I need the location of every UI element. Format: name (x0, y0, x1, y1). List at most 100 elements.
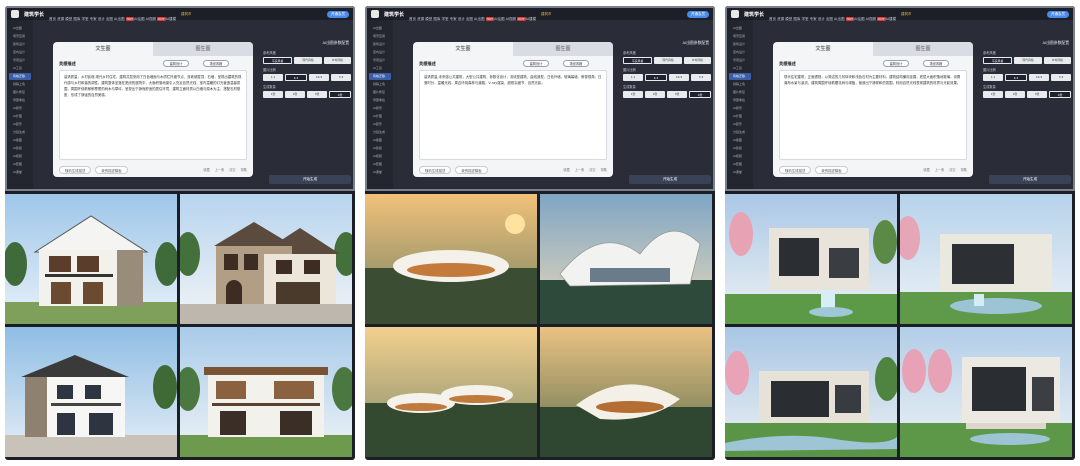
sidebar-item[interactable]: AI扩图 (729, 113, 751, 120)
sidebar-item[interactable]: AI工具 (9, 65, 31, 72)
parameter-option[interactable]: 1:1 (983, 74, 1003, 81)
prompt-control[interactable]: 帮助 (601, 167, 607, 172)
sidebar-item[interactable]: 线稿上色 (729, 81, 751, 88)
stone-house-pond[interactable] (900, 194, 1072, 324)
sidebar-item[interactable]: 建筑设计 (9, 41, 31, 48)
scene-style-chip[interactable]: 场景风格 (923, 60, 949, 67)
nav-link[interactable]: 学堂 (802, 17, 810, 21)
prompt-control[interactable]: 清空 (949, 167, 955, 172)
prompt-control[interactable]: 上一条 (935, 167, 945, 172)
sidebar-item[interactable]: 室内设计 (729, 49, 751, 56)
nav-link[interactable]: 学堂 (82, 17, 90, 21)
nav-link[interactable]: 学堂 (442, 17, 450, 21)
nav-link[interactable]: AI绘图 (494, 17, 506, 21)
sidebar-item[interactable]: 局部重绘 (9, 97, 31, 104)
sidebar-item[interactable]: 分镜生成 (9, 129, 31, 136)
sidebar-item[interactable]: AI配景 (369, 121, 391, 128)
nav-link[interactable]: 设计 (818, 17, 826, 21)
parameter-option[interactable]: 4张 (689, 91, 711, 98)
parameter-option[interactable]: 4张 (329, 91, 351, 98)
sidebar-item[interactable]: 风格迁移 (369, 73, 391, 80)
sidebar-item[interactable]: 线稿上色 (369, 81, 391, 88)
sidebar-item[interactable]: 风格迁移 (9, 73, 31, 80)
nav-link[interactable]: AI绘图 (854, 17, 866, 21)
parameter-option[interactable]: 16:9 (309, 74, 329, 81)
parameter-option[interactable]: 1张 (983, 91, 1003, 98)
parameter-option[interactable]: 2张 (1005, 91, 1025, 98)
prompt-textarea[interactable]: 高清质量,未来感公共建筑，大型公共建筑，参数化设计，流线型建筑，曲线造型，白色外… (419, 70, 607, 160)
parametric-disc-sunset[interactable] (365, 194, 537, 324)
sidebar-item[interactable]: AI建模 (369, 145, 391, 152)
random-prompt-button[interactable]: 随机生成描述 (419, 165, 452, 174)
parameter-option[interactable]: 写实风格 (623, 57, 653, 64)
sidebar-item[interactable]: 局部重绘 (729, 97, 751, 104)
generate-button[interactable]: 开始生成 (629, 175, 711, 184)
sidebar-item[interactable]: 局部重绘 (369, 97, 391, 104)
nav-link[interactable]: AI视频 (866, 17, 878, 21)
sidebar-item[interactable]: AI配景 (729, 121, 751, 128)
prompt-control[interactable]: 帮助 (961, 167, 967, 172)
sidebar-item[interactable]: AI课堂 (729, 169, 751, 176)
nav-link[interactable]: AI视频 (506, 17, 518, 21)
architecture-chip[interactable]: 建筑设计 (523, 60, 549, 67)
sidebar-item[interactable]: AI视频 (729, 153, 751, 160)
sidebar-item[interactable]: AI抠图 (9, 137, 31, 144)
prompt-control[interactable]: 收藏 (563, 167, 569, 172)
sidebar-item[interactable]: AI出图 (9, 25, 31, 32)
sidebar-item[interactable]: 线稿上色 (9, 81, 31, 88)
sidebar-item[interactable]: 景观设计 (729, 57, 751, 64)
parameter-option[interactable]: 2张 (645, 91, 665, 98)
nav-link[interactable]: AI建模 (166, 17, 176, 21)
villa-stone-tiered[interactable] (180, 194, 352, 324)
stone-house-stream[interactable] (725, 327, 897, 457)
parameter-option[interactable]: 现代风格 (294, 57, 322, 64)
generate-button[interactable]: 开始生成 (989, 175, 1071, 184)
sidebar-item[interactable]: 景观设计 (369, 57, 391, 64)
sidebar-item[interactable]: 室内设计 (9, 49, 31, 56)
nav-link[interactable]: AI绘图 (134, 17, 146, 21)
sidebar-item[interactable]: AI课堂 (9, 169, 31, 176)
nav-link[interactable]: AI视频 (146, 17, 158, 21)
sidebar-item[interactable]: 场景应用 (729, 33, 751, 40)
sidebar-item[interactable]: 建筑设计 (729, 41, 751, 48)
sidebar-item[interactable]: 室内设计 (369, 49, 391, 56)
sidebar-item[interactable]: 场景应用 (9, 33, 31, 40)
sidebar-item[interactable]: AI视频 (369, 153, 391, 160)
tab-image-to-image[interactable]: 图生图 (153, 42, 253, 56)
sidebar-item[interactable]: AI工具 (729, 65, 751, 72)
sidebar-item[interactable]: AI换景 (369, 105, 391, 112)
vip-button[interactable]: 开通会员 (687, 10, 709, 18)
nav-link[interactable]: AI出图 (474, 17, 486, 21)
nav-link[interactable]: AI出图 (114, 17, 126, 21)
sidebar-item[interactable]: AI配景 (9, 121, 31, 128)
prompt-control[interactable]: 清空 (589, 167, 595, 172)
sidebar-item[interactable]: 分镜生成 (369, 129, 391, 136)
prompt-control[interactable]: 上一条 (215, 167, 225, 172)
sidebar-item[interactable]: 景观设计 (9, 57, 31, 64)
architecture-chip[interactable]: 建筑设计 (883, 60, 909, 67)
nav-link[interactable]: 首页 (409, 17, 417, 21)
prompt-control[interactable]: 收藏 (923, 167, 929, 172)
parameter-option[interactable]: 1张 (623, 91, 643, 98)
villa-white-balcony[interactable] (5, 327, 177, 457)
sidebar-item[interactable]: AI套图 (369, 161, 391, 168)
parameter-option[interactable]: 4:3 (285, 74, 307, 81)
parameter-option[interactable]: 现代风格 (1014, 57, 1042, 64)
stone-house-waterfall[interactable] (725, 194, 897, 324)
parameter-option[interactable]: 3:4 (1051, 74, 1071, 81)
tab-text-to-image[interactable]: 文生图 (53, 42, 153, 56)
parameter-option[interactable]: 乡村风格 (1043, 57, 1071, 64)
parameter-option[interactable]: 1:1 (623, 74, 643, 81)
parameter-option[interactable]: 3:4 (331, 74, 351, 81)
prompt-control[interactable]: 收藏 (203, 167, 209, 172)
parameter-option[interactable]: 乡村风格 (323, 57, 351, 64)
parameter-option[interactable]: 16:9 (669, 74, 689, 81)
architecture-chip[interactable]: 建筑设计 (163, 60, 189, 67)
nav-link[interactable]: 出图 (466, 17, 474, 21)
sidebar-item[interactable]: AI出图 (369, 25, 391, 32)
parameter-option[interactable]: 4张 (1049, 91, 1071, 98)
prompt-template-button[interactable]: 我的描述模板 (815, 165, 848, 174)
sidebar-item[interactable]: AI扩图 (369, 113, 391, 120)
sidebar-item[interactable]: 建筑设计 (369, 41, 391, 48)
parameter-option[interactable]: 现代风格 (654, 57, 682, 64)
